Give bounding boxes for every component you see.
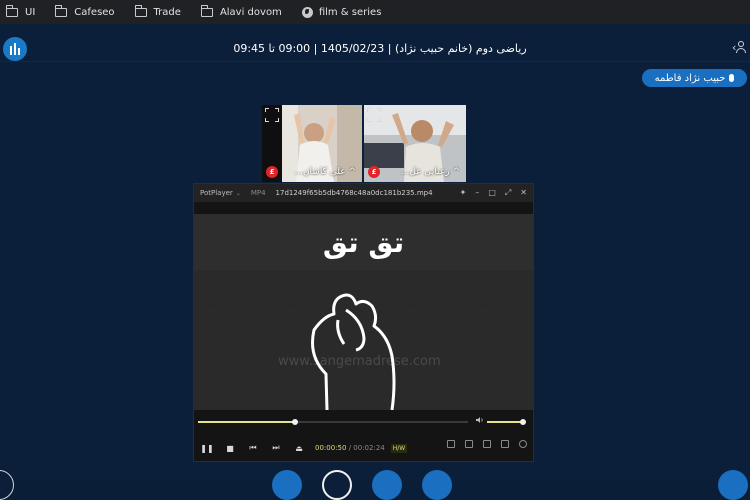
tile-chevron: ^ — [348, 167, 356, 177]
video-overlay-word: تق تق — [322, 226, 405, 259]
globe-icon — [301, 6, 313, 18]
tile-name: رعنایی عل... — [400, 167, 450, 177]
seek-bar[interactable] — [198, 419, 468, 425]
classroom-app: ریاضی دوم (خانم حبیب نژاد) | 1405/02/23 … — [0, 24, 750, 480]
eject-button[interactable]: ⏏ — [289, 440, 309, 456]
bookmarks-bar: UI Cafeseo Trade Alavi dovom film & seri… — [0, 0, 750, 24]
minimize-icon[interactable]: – — [475, 188, 479, 198]
restore-icon[interactable]: □ — [488, 188, 496, 198]
bookmark-ui[interactable]: UI — [6, 4, 36, 18]
video-tile-student-1[interactable]: £ ^ علی کاشان... — [262, 105, 362, 182]
bookmark-label: UI — [25, 6, 36, 18]
settings-icon[interactable] — [519, 440, 527, 448]
bookmark-label: Trade — [153, 6, 181, 18]
player-brand-menu[interactable]: PotPlayer — [200, 189, 233, 197]
seek-progress — [198, 421, 296, 423]
volume-slider[interactable] — [487, 419, 526, 425]
bookmark-label: film & series — [318, 6, 382, 18]
fullscreen-icon[interactable] — [367, 108, 381, 122]
folder-icon — [55, 4, 68, 17]
subtitle-icon[interactable] — [465, 440, 473, 448]
3d-icon[interactable] — [447, 440, 455, 448]
bookmark-label: Cafeseo — [74, 6, 115, 18]
format-label: MP4 — [250, 189, 266, 197]
tile-chevron: ^ — [452, 167, 460, 177]
record-icon: £ — [368, 166, 380, 178]
header-divider — [0, 61, 750, 62]
folder-icon — [200, 4, 213, 17]
file-name: 17d1249f65b5db4768c48a0dc181b235.mp4 — [275, 189, 433, 197]
knocking-hand-illustration — [311, 293, 396, 410]
fullscreen-icon[interactable] — [265, 108, 279, 122]
pause-button[interactable]: ❚❚ — [197, 440, 217, 456]
pin-icon[interactable]: ✦ — [460, 188, 467, 198]
user-icon — [738, 41, 744, 47]
tile-name: علی کاشان... — [294, 167, 346, 177]
bar-chart-icon — [10, 43, 20, 55]
chevron-down-icon[interactable]: ⌄ — [236, 190, 241, 197]
fullscreen-icon[interactable]: ⤢ — [505, 188, 511, 198]
bottom-control-1[interactable] — [272, 470, 302, 500]
time-total: 00:02:24 — [353, 444, 385, 452]
seek-handle[interactable] — [292, 419, 299, 425]
bottom-control-4[interactable] — [422, 470, 452, 500]
next-button[interactable]: ⏭ — [266, 440, 286, 456]
volume-handle[interactable] — [520, 419, 526, 425]
bottom-right-button[interactable] — [718, 470, 748, 500]
volume-icon[interactable] — [476, 416, 484, 424]
folder-icon — [134, 4, 147, 17]
speaker-name: حبیب نژاد فاطمه — [654, 72, 726, 84]
bookmark-cafeseo[interactable]: Cafeseo — [55, 4, 115, 18]
active-speaker-badge[interactable]: حبیب نژاد فاطمه — [642, 69, 747, 87]
bookmark-film-series[interactable]: film & series — [301, 6, 382, 18]
bookmark-label: Alavi dovom — [219, 6, 282, 18]
decoder-badge[interactable]: H/W — [390, 443, 408, 453]
video-canvas[interactable]: تق تق ..... ..... ..... ..... www.sangem… — [194, 214, 533, 410]
capture-icon[interactable] — [483, 440, 491, 448]
bookmark-trade[interactable]: Trade — [134, 4, 181, 18]
stop-button[interactable]: ■ — [220, 440, 240, 456]
bookmark-alavi-dovom[interactable]: Alavi dovom — [200, 4, 282, 18]
participants-button[interactable]: ‹ — [732, 40, 748, 54]
stats-button[interactable] — [3, 37, 27, 61]
folder-icon — [6, 4, 18, 17]
session-title: ریاضی دوم (خانم حبیب نژاد) | 1405/02/23 … — [233, 42, 527, 55]
potplayer-window[interactable]: PotPlayer ⌄ MP4 17d1249f65b5db4768c48a0d… — [193, 183, 534, 462]
time-current: 00:00:50 — [315, 444, 347, 452]
microphone-icon — [729, 74, 735, 82]
video-tile-student-2[interactable]: £ ^ رعنایی عل... — [364, 105, 466, 182]
previous-button[interactable]: ⏮ — [243, 440, 263, 456]
record-icon: £ — [266, 166, 278, 178]
bottom-control-3[interactable] — [372, 470, 402, 500]
bottom-control-2[interactable] — [322, 470, 352, 500]
close-icon[interactable]: ✕ — [520, 188, 527, 198]
player-controls: ❚❚ ■ ⏮ ⏭ ⏏ 00:00:50 / 00:02:24 H/W — [194, 435, 533, 461]
playlist-icon[interactable] — [501, 440, 509, 448]
player-titlebar[interactable]: PotPlayer ⌄ MP4 17d1249f65b5db4768c48a0d… — [194, 184, 533, 202]
